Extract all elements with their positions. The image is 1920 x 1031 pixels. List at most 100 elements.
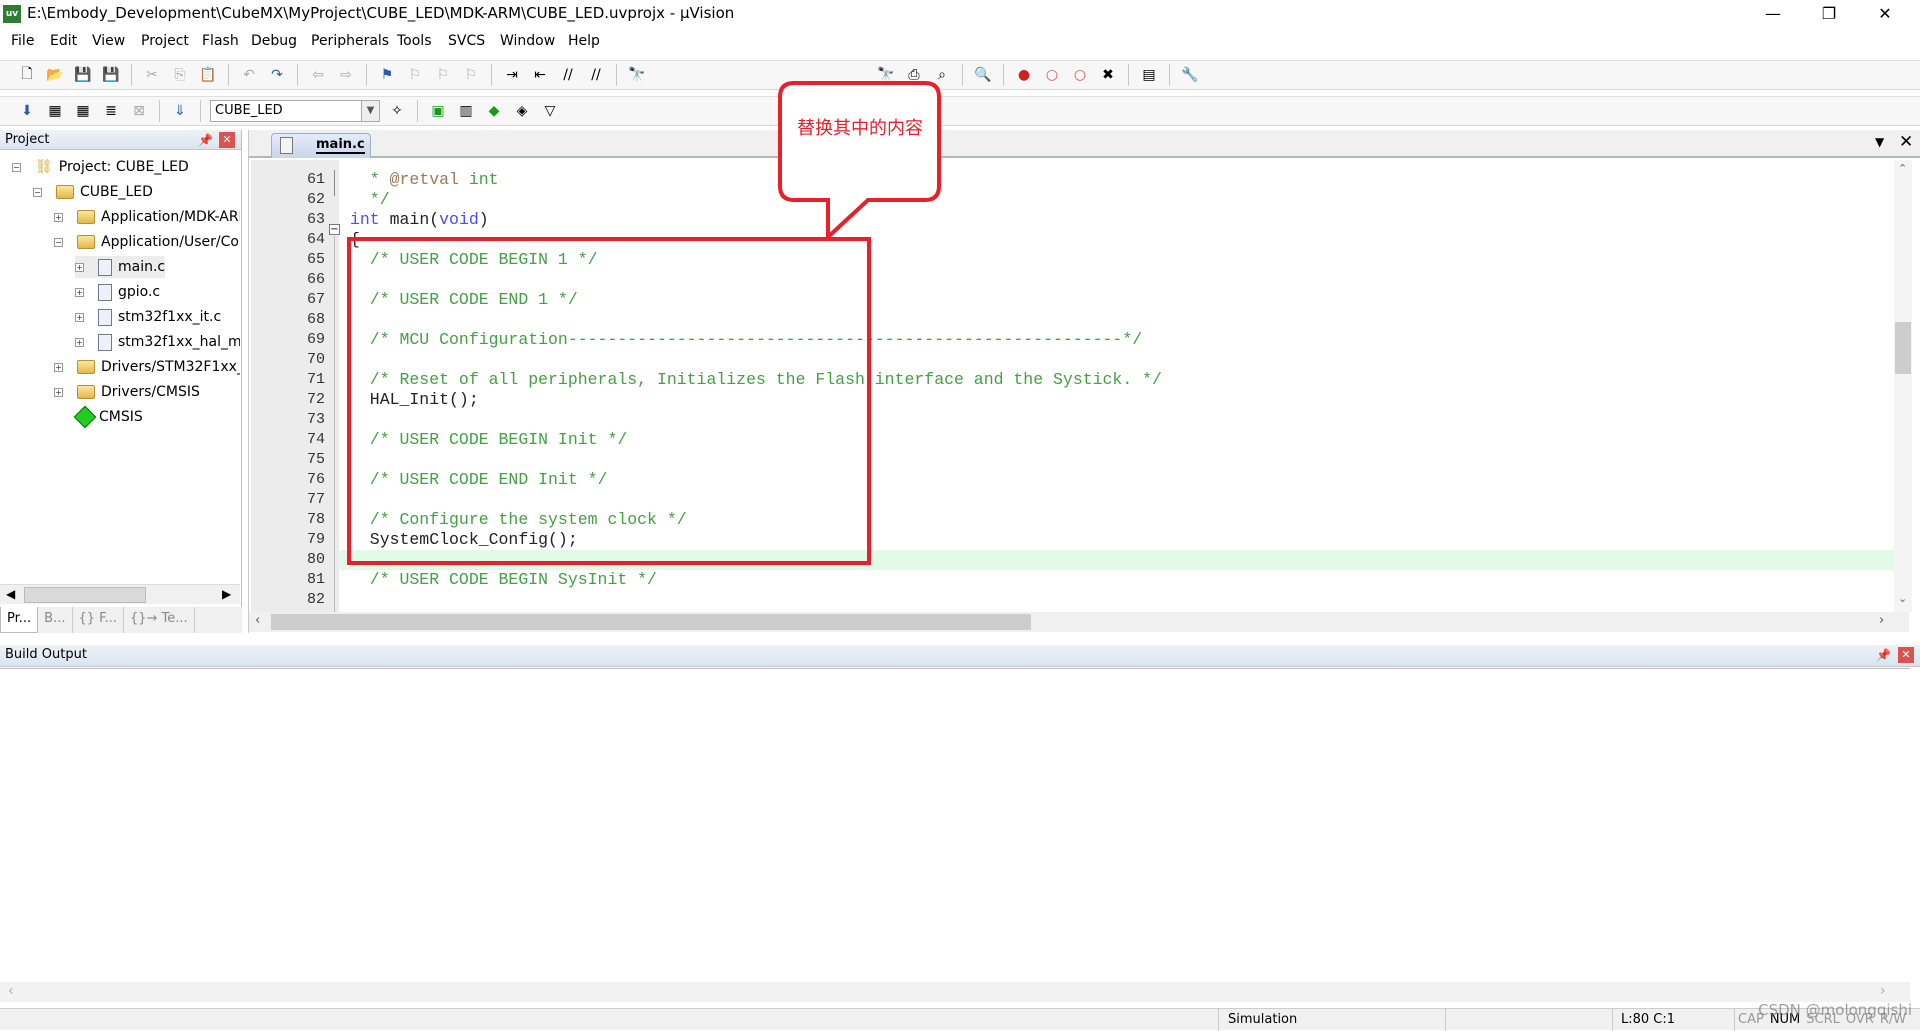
- stop-build-button[interactable]: ⊠: [128, 100, 150, 122]
- build-output-horizontal-scrollbar[interactable]: ‹ ›: [0, 982, 1910, 1002]
- clear-bookmarks-button[interactable]: ⚐: [460, 64, 482, 86]
- undo-button[interactable]: ↶: [238, 64, 260, 86]
- select-packs-button[interactable]: ▽: [539, 100, 561, 122]
- target-options-button[interactable]: ✧: [386, 100, 408, 122]
- debug-session-button[interactable]: 🔍: [972, 64, 994, 86]
- prev-bookmark-button[interactable]: ⚐: [404, 64, 426, 86]
- window-layout-button[interactable]: ▤: [1138, 64, 1160, 86]
- tree-item[interactable]: − ⛓ Project: CUBE_LED: [12, 156, 189, 178]
- uncomment-button[interactable]: //: [585, 64, 607, 86]
- panel-tab-2[interactable]: {} F...: [73, 607, 124, 633]
- pack-installer-button[interactable]: ◈: [511, 100, 533, 122]
- target-select[interactable]: CUBE_LED ▼: [210, 100, 380, 122]
- menu-project[interactable]: Project: [141, 33, 189, 49]
- find-dropdown-button[interactable]: 🔭: [875, 64, 897, 86]
- scroll-right-icon[interactable]: ›: [1880, 983, 1886, 999]
- editor-horizontal-scrollbar[interactable]: ‹ ›: [249, 612, 1909, 632]
- tree-item[interactable]: + Application/MDK-ARM: [54, 206, 240, 228]
- collapse-icon[interactable]: −: [33, 187, 42, 197]
- menu-svcs[interactable]: SVCS: [448, 33, 485, 49]
- paste-button[interactable]: 📋: [197, 64, 219, 86]
- build-output-text[interactable]: [0, 668, 1910, 986]
- menu-help[interactable]: Help: [568, 33, 600, 49]
- tree-item[interactable]: + gpio.c: [75, 281, 160, 303]
- cut-button[interactable]: ✂: [141, 64, 163, 86]
- tree-item[interactable]: − CUBE_LED: [33, 181, 153, 203]
- find-in-files-button[interactable]: 🔭: [626, 64, 648, 86]
- menu-tools[interactable]: Tools: [397, 33, 432, 49]
- panel-tab-3[interactable]: {}→ Te...: [124, 607, 195, 633]
- project-horizontal-scrollbar[interactable]: ◀ ▶: [0, 584, 240, 604]
- tree-item[interactable]: − Application/User/Core: [54, 231, 240, 253]
- tree-leaf[interactable]: [54, 413, 63, 422]
- copy-button[interactable]: ⎘: [169, 64, 191, 86]
- scrollbar-thumb[interactable]: [271, 614, 1031, 630]
- unindent-button[interactable]: ⇤: [529, 64, 551, 86]
- scroll-left-icon[interactable]: ‹: [255, 613, 260, 628]
- next-bookmark-button[interactable]: ⚐: [432, 64, 454, 86]
- bookmark-button[interactable]: ⚑: [376, 64, 398, 86]
- pin-icon[interactable]: 📌: [1876, 645, 1891, 665]
- restore-button[interactable]: ❐: [1801, 0, 1857, 28]
- menu-window[interactable]: Window: [500, 33, 555, 49]
- rebuild-button[interactable]: ▦: [72, 100, 94, 122]
- tree-item[interactable]: CMSIS: [54, 405, 143, 429]
- chevron-down-icon[interactable]: ▼: [361, 101, 379, 121]
- configure-button[interactable]: 🔧: [1179, 64, 1201, 86]
- tree-item[interactable]: + Drivers/CMSIS: [54, 381, 200, 403]
- close-tab-icon[interactable]: ✕: [1899, 132, 1913, 152]
- scrollbar-thumb[interactable]: [1895, 322, 1911, 374]
- nav-back-button[interactable]: ⇦: [307, 64, 329, 86]
- menu-edit[interactable]: Edit: [50, 33, 77, 49]
- menu-file[interactable]: File: [11, 33, 34, 49]
- save-button[interactable]: 💾: [72, 64, 94, 86]
- browse-button[interactable]: ⌕: [931, 64, 953, 86]
- menu-flash[interactable]: Flash: [202, 33, 239, 49]
- save-all-button[interactable]: 💾: [100, 64, 122, 86]
- close-window-button[interactable]: ✕: [1857, 0, 1913, 28]
- tree-item[interactable]: + stm32f1xx_it.c: [75, 306, 221, 328]
- minimize-button[interactable]: —: [1745, 0, 1801, 28]
- tab-main-c[interactable]: main.c: [271, 133, 371, 158]
- batch-build-button[interactable]: ≣: [100, 100, 122, 122]
- tree-item[interactable]: + stm32f1xx_hal_msp.c: [75, 331, 240, 353]
- download-button[interactable]: ⇓: [169, 100, 191, 122]
- expand-icon[interactable]: +: [54, 212, 63, 222]
- scroll-right-icon[interactable]: ▶: [222, 587, 231, 601]
- scroll-left-icon[interactable]: ‹: [8, 983, 14, 999]
- build-button[interactable]: ▦: [44, 100, 66, 122]
- file-extensions-button[interactable]: ▥: [455, 100, 477, 122]
- editor-vertical-scrollbar[interactable]: ⌃ ⌄: [1894, 160, 1912, 612]
- menu-peripherals[interactable]: Peripherals: [311, 33, 389, 49]
- expand-icon[interactable]: +: [75, 287, 84, 297]
- manage-components-button[interactable]: ▣: [427, 100, 449, 122]
- fold-collapse-icon[interactable]: −: [329, 224, 340, 235]
- expand-icon[interactable]: +: [75, 337, 84, 347]
- scroll-left-icon[interactable]: ◀: [6, 587, 15, 601]
- collapse-icon[interactable]: −: [12, 162, 21, 172]
- redo-button[interactable]: ↷: [266, 64, 288, 86]
- tree-item[interactable]: + main.c: [75, 256, 166, 278]
- open-folder-button[interactable]: 📂: [44, 64, 66, 86]
- tab-list-dropdown-icon[interactable]: ▼: [1875, 135, 1884, 149]
- code-area[interactable]: * @retval int */int main(void){ /* USER …: [249, 160, 1894, 612]
- expand-icon[interactable]: +: [54, 387, 63, 397]
- menu-view[interactable]: View: [92, 33, 125, 49]
- menu-debug[interactable]: Debug: [251, 33, 297, 49]
- kill-breakpoints-button[interactable]: ✖: [1097, 64, 1119, 86]
- scroll-down-icon[interactable]: ⌄: [1898, 592, 1907, 605]
- translate-button[interactable]: ⬇: [16, 100, 38, 122]
- panel-tab-1[interactable]: B...: [38, 607, 73, 633]
- tree-item[interactable]: + Drivers/STM32F1xx_HAL_Driver: [54, 356, 240, 378]
- disable-breakpoint-button[interactable]: ○: [1041, 64, 1063, 86]
- close-panel-button[interactable]: ✕: [1898, 647, 1914, 663]
- scrollbar-thumb[interactable]: [24, 587, 146, 603]
- breakpoint-button[interactable]: ●: [1013, 64, 1035, 86]
- scroll-right-icon[interactable]: ›: [1879, 613, 1884, 628]
- expand-icon[interactable]: +: [75, 312, 84, 322]
- nav-forward-button[interactable]: ⇨: [335, 64, 357, 86]
- indent-button[interactable]: ⇥: [501, 64, 523, 86]
- new-file-button[interactable]: 🗋: [16, 64, 38, 86]
- collapse-icon[interactable]: −: [54, 237, 63, 247]
- disable-all-breakpoints-button[interactable]: ○: [1069, 64, 1091, 86]
